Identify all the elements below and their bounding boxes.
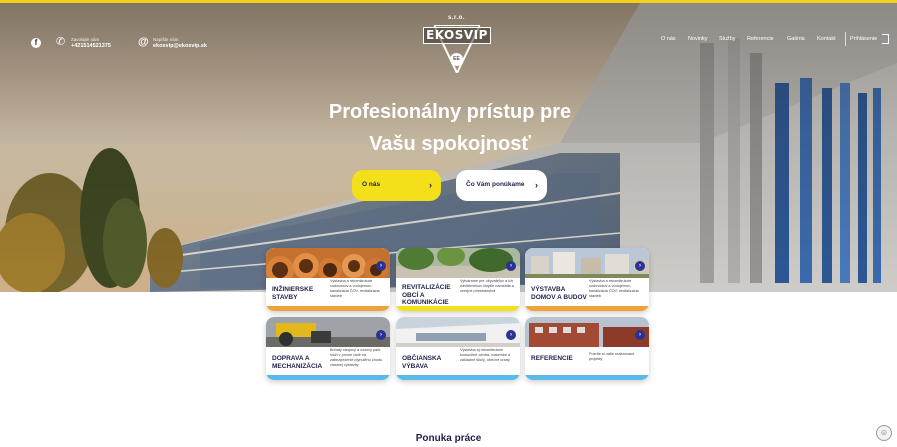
card-accent-bar (266, 375, 390, 380)
login-link[interactable]: Prihlásenie (850, 36, 877, 43)
chevron-right-icon: › (535, 180, 538, 190)
hero-title-line1: Profesionálny prístup pre (328, 101, 572, 123)
nav-separator (845, 32, 846, 46)
what-we-offer-button-label: Čo Vám ponúkame (466, 181, 525, 188)
card-image-brick-building (525, 317, 649, 347)
section-title: Ponuka práce (415, 433, 482, 444)
service-card-revitalizacie[interactable]: › REVITALIZÁCIE OBCÍ A KOMUNIKÁCIE Vytvá… (396, 248, 520, 311)
card-title: OBČIANSKA VÝBAVA (402, 355, 442, 370)
facebook-icon[interactable]: f (31, 38, 41, 48)
at-icon: @ (138, 36, 149, 48)
nav-item-novinky[interactable]: Novinky (688, 36, 708, 43)
logo-name: EKOSVIP (423, 27, 491, 44)
page: f ✆ Zavolajte nám +421514521375 @ Napíšt… (0, 0, 897, 447)
service-card-doprava[interactable]: › DOPRAVA A MECHANIZÁCIA Bohatý strojový… (266, 317, 390, 380)
card-description: Bohatý strojový a vozový park slúži v pr… (330, 348, 383, 367)
chevron-right-icon[interactable]: › (635, 330, 645, 340)
service-card-inzinierske-stavby[interactable]: › INŽINIERSKE STAVBY Výstavba a rekonštr… (266, 248, 390, 311)
card-description: Vytvárame pre obyvateľov a ich návštevní… (460, 279, 514, 293)
phone-icon: ✆ (56, 36, 66, 48)
hero-title: Profesionálny prístup pre Vašu spokojnos… (300, 96, 600, 160)
top-accent-line (0, 0, 897, 3)
hero-title-line2: Vašu spokojnosť (369, 133, 531, 155)
about-us-button[interactable]: O nás › (352, 170, 441, 201)
nav-item-referencie[interactable]: Referencie (747, 36, 774, 43)
card-description: Výstavba aj rekonštrukcie komunitné cent… (460, 348, 511, 362)
chevron-right-icon[interactable]: › (376, 330, 386, 340)
card-image-civic-building (396, 317, 520, 347)
site-logo[interactable]: s.r.o. EKOSVIP EE (420, 15, 494, 75)
service-card-vystavba-domov[interactable]: › VÝSTAVBA DOMOV A BUDOV Výstavba a reko… (525, 248, 649, 311)
chevron-right-icon[interactable]: › (376, 261, 386, 271)
what-we-offer-button[interactable]: Čo Vám ponúkame › (456, 170, 547, 201)
chevron-right-icon[interactable]: › (506, 261, 516, 271)
logo-suffix: s.r.o. (448, 15, 466, 21)
card-title: INŽINIERSKE STAVBY (272, 286, 314, 301)
card-accent-bar (525, 306, 649, 311)
chevron-right-icon[interactable]: › (635, 261, 645, 271)
site-header: f ✆ Zavolajte nám +421514521375 @ Napíšt… (0, 3, 897, 73)
card-accent-bar (396, 306, 520, 311)
nav-item-o-nas[interactable]: O nás (661, 36, 676, 43)
card-image-buildings (525, 248, 649, 278)
email-link[interactable]: ekosvip@ekosvip.sk (153, 43, 207, 50)
about-us-button-label: O nás (362, 181, 381, 188)
card-description: Pozrite si naše realizované projekty (589, 352, 635, 361)
card-accent-bar (525, 375, 649, 380)
card-image-pipes (266, 248, 390, 278)
nav-item-galeria[interactable]: Galéria (787, 36, 805, 43)
cookie-icon[interactable]: ☺ (876, 425, 892, 441)
card-title: VÝSTAVBA DOMOV A BUDOV (531, 286, 587, 301)
nav-item-sluzby[interactable]: Služby (719, 36, 736, 43)
card-title: DOPRAVA A MECHANIZÁCIA (272, 355, 323, 370)
nav-item-kontakt[interactable]: Kontakt (817, 36, 836, 43)
service-card-referencie[interactable]: › REFERENCIE Pozrite si naše realizované… (525, 317, 649, 380)
chevron-right-icon: › (429, 180, 432, 190)
card-image-park (396, 248, 520, 278)
card-accent-bar (396, 375, 520, 380)
card-accent-bar (266, 306, 390, 311)
login-icon[interactable] (882, 34, 889, 44)
card-title: REFERENCIE (531, 355, 573, 362)
card-title: REVITALIZÁCIE OBCÍ A KOMUNIKÁCIE (402, 284, 451, 306)
card-description: Výstavba a rekonštrukcie vodovodov a vod… (330, 279, 380, 298)
card-description: Výstavba a rekonštrukcie vodovodov a vod… (589, 279, 639, 298)
chevron-right-icon[interactable]: › (506, 330, 516, 340)
card-image-roller (266, 317, 390, 347)
service-card-obcianska-vybava[interactable]: › OBČIANSKA VÝBAVA Výstavba aj rekonštru… (396, 317, 520, 380)
phone-number-link[interactable]: +421514521375 (71, 43, 111, 50)
logo-mark: EE (450, 53, 463, 66)
